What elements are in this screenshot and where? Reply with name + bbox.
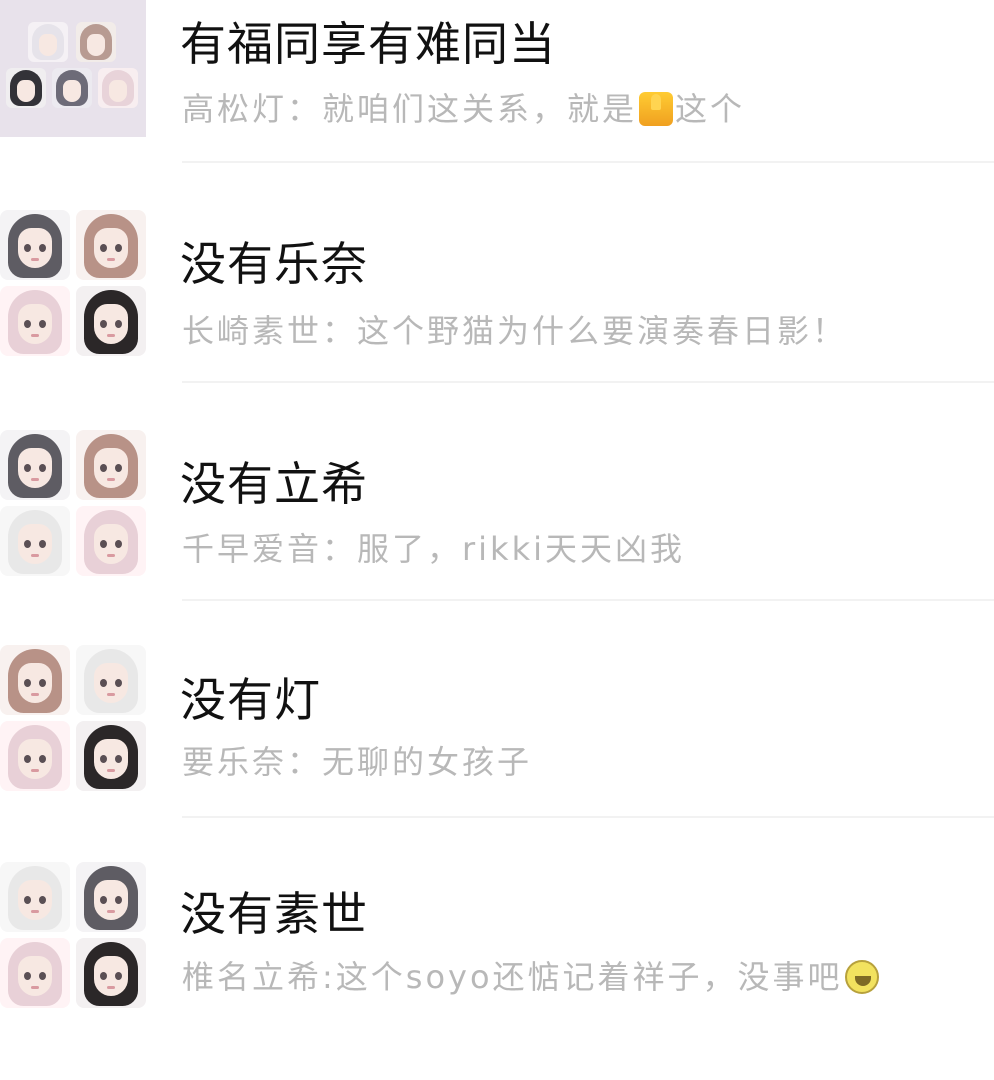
avatar-face bbox=[76, 645, 146, 715]
chat-preview: 高松灯：就咱们这关系，就是 这个 bbox=[182, 84, 745, 130]
avatar-face bbox=[0, 210, 70, 280]
group-avatar-grid bbox=[0, 0, 146, 137]
group-avatar bbox=[0, 430, 146, 576]
avatar-face bbox=[76, 862, 146, 932]
chat-item-1[interactable]: 有福同享有难同当 高松灯：就咱们这关系，就是 这个 bbox=[0, 0, 994, 218]
group-avatar bbox=[0, 210, 146, 356]
divider bbox=[182, 381, 994, 383]
avatar-face bbox=[76, 430, 146, 500]
chat-name: 有福同享有难同当 bbox=[180, 17, 556, 71]
chat-preview: 要乐奈：无聊的女孩子 bbox=[182, 743, 533, 781]
chat-list: 有福同享有难同当 高松灯：就咱们这关系，就是 这个 没有乐奈 长崎素世：这个野猫为… bbox=[0, 0, 994, 1008]
avatar-face bbox=[76, 721, 146, 791]
chat-name: 没有乐奈 bbox=[180, 237, 368, 291]
thumbs-up-icon bbox=[639, 92, 674, 126]
avatar-face bbox=[0, 430, 70, 500]
group-avatar bbox=[0, 645, 146, 791]
avatar-face bbox=[0, 938, 70, 1008]
chat-name: 没有素世 bbox=[180, 887, 368, 941]
chat-preview: 椎名立希:这个soyo还惦记着祥子，没事吧 bbox=[182, 952, 881, 998]
divider bbox=[182, 599, 994, 601]
preview-text: 高松灯：就咱们这关系，就是 bbox=[182, 90, 638, 128]
preview-text: 椎名立希:这个soyo还惦记着祥子，没事吧 bbox=[182, 958, 843, 996]
avatar-face bbox=[52, 68, 92, 108]
divider bbox=[182, 816, 994, 818]
chat-name: 没有灯 bbox=[180, 673, 321, 727]
chat-preview: 长崎素世：这个野猫为什么要演奏春日影！ bbox=[182, 312, 848, 350]
group-avatar bbox=[0, 862, 146, 1008]
divider bbox=[182, 161, 994, 163]
chat-name: 没有立希 bbox=[180, 457, 368, 511]
group-avatar bbox=[0, 0, 146, 146]
chat-item-3[interactable]: 没有立希 千早爱音：服了，rikki天天凶我 bbox=[0, 430, 994, 648]
avatar-face bbox=[0, 862, 70, 932]
avatar-face bbox=[28, 22, 68, 62]
avatar-face bbox=[0, 645, 70, 715]
laughing-face-icon bbox=[844, 960, 879, 994]
chat-preview: 千早爱音：服了，rikki天天凶我 bbox=[182, 530, 686, 568]
preview-text-end: 这个 bbox=[675, 90, 746, 128]
avatar-face bbox=[76, 938, 146, 1008]
avatar-face bbox=[76, 210, 146, 280]
avatar-face bbox=[98, 68, 138, 108]
avatar-face bbox=[0, 721, 70, 791]
avatar-face bbox=[0, 506, 70, 576]
avatar-face bbox=[76, 286, 146, 356]
avatar-face bbox=[76, 506, 146, 576]
chat-item-5[interactable]: 没有素世 椎名立希:这个soyo还惦记着祥子，没事吧 bbox=[0, 862, 994, 1080]
chat-item-2[interactable]: 没有乐奈 长崎素世：这个野猫为什么要演奏春日影！ bbox=[0, 210, 994, 428]
avatar-face bbox=[76, 22, 116, 62]
avatar-face bbox=[6, 68, 46, 108]
avatar-face bbox=[0, 286, 70, 356]
chat-item-4[interactable]: 没有灯 要乐奈：无聊的女孩子 bbox=[0, 645, 994, 863]
